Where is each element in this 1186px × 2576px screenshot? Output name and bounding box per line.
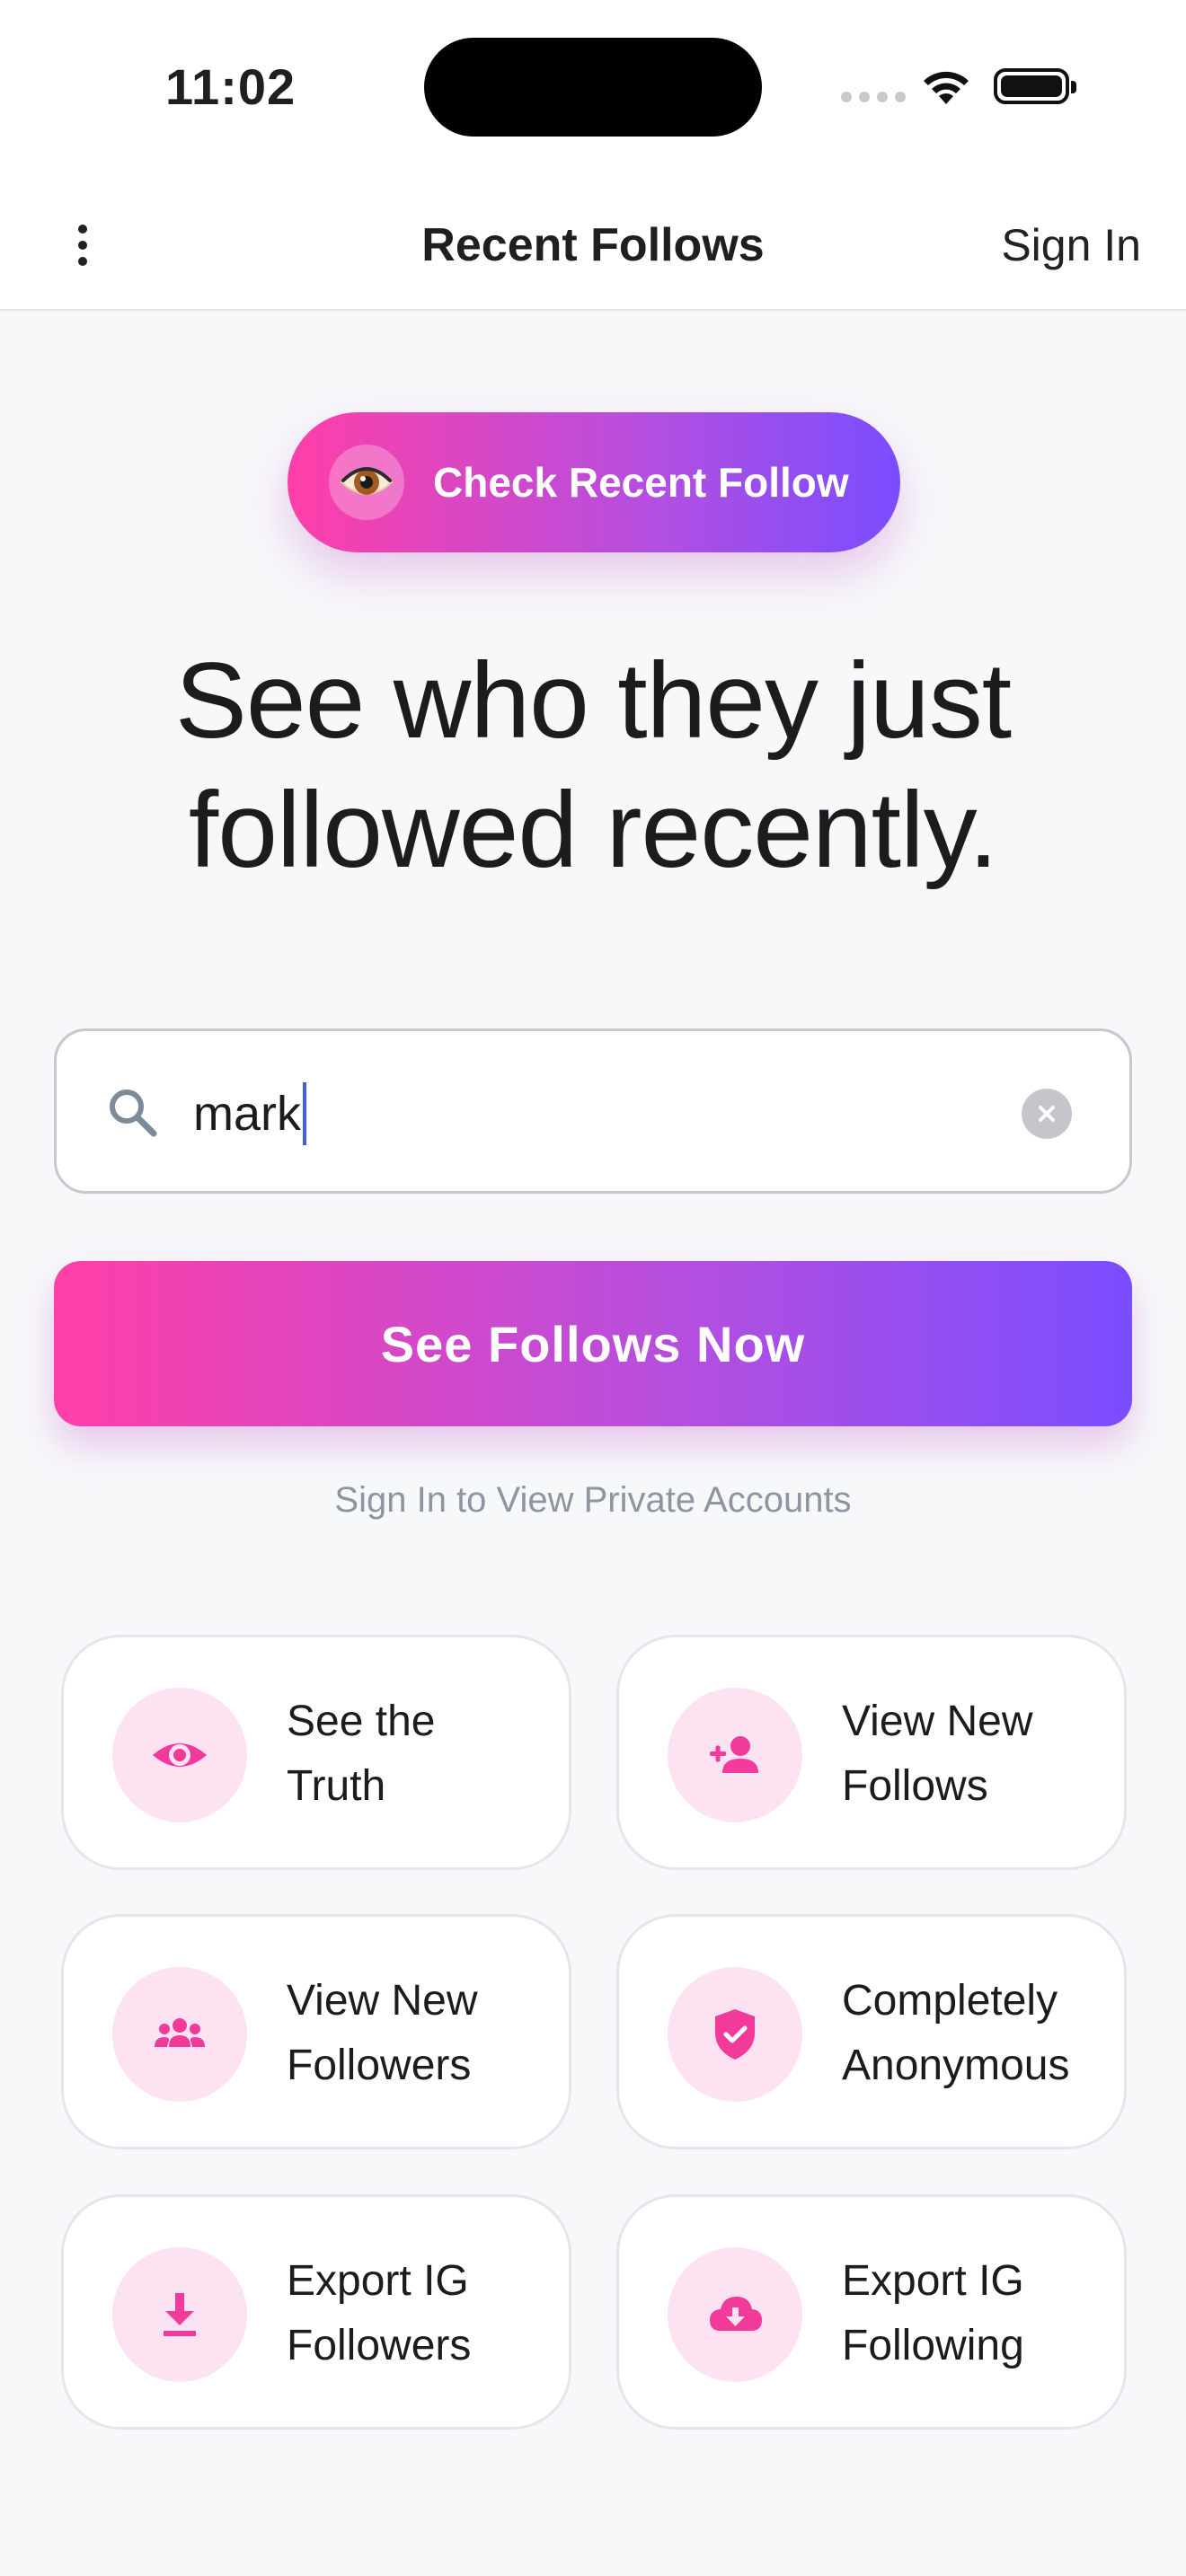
feature-label-line-2: Followers: [287, 2322, 472, 2369]
clear-search-button[interactable]: [1022, 1089, 1072, 1139]
search-input-value: mark: [193, 1087, 301, 1141]
feature-label-line-2: Anonymous: [842, 2042, 1070, 2089]
feature-icon-bg: [668, 2247, 802, 2382]
status-bar: 11:02: [0, 0, 1186, 180]
feature-card-view-new-followers[interactable]: View New Followers: [61, 1914, 571, 2149]
status-time: 11:02: [165, 58, 296, 115]
see-follows-now-button[interactable]: See Follows Now: [54, 1261, 1132, 1426]
group-icon: [155, 2018, 205, 2047]
feature-icon-bg: [112, 1688, 247, 1822]
feature-label-line-1: See the: [287, 1698, 436, 1745]
headline: See who they just followed recently.: [72, 636, 1114, 895]
close-icon: [1039, 1106, 1055, 1122]
feature-card-view-new-follows[interactable]: View New Follows: [616, 1635, 1127, 1870]
pill-button-label: Check Recent Follow: [433, 459, 849, 506]
wifi-icon: [924, 71, 969, 104]
feature-card-export-followers[interactable]: Export IG Followers: [61, 2194, 571, 2430]
feature-label-line-2: Truth: [287, 1762, 386, 1810]
feature-label-line-1: Completely: [842, 1977, 1058, 2025]
shield-check-icon: [715, 2009, 755, 2060]
feature-label: Completely Anonymous: [842, 1969, 1111, 2098]
feature-label: View New Followers: [287, 1969, 556, 2098]
feature-label-line-2: Following: [842, 2322, 1024, 2369]
feature-icon-bg: [112, 1967, 247, 2102]
feature-label: Export IG Followers: [287, 2249, 556, 2378]
cloud-download-icon: [710, 2297, 762, 2331]
sign-in-button[interactable]: Sign In: [1001, 207, 1141, 284]
feature-label-line-2: Follows: [842, 1762, 988, 1810]
feature-label-line-2: Followers: [287, 2042, 472, 2089]
headline-line-1: See who they just: [174, 640, 1012, 761]
feature-label: See the Truth: [287, 1689, 556, 1819]
search-input[interactable]: mark: [193, 1071, 1002, 1157]
dynamic-island: [424, 38, 762, 137]
feature-label-line-1: Export IG: [287, 2257, 469, 2305]
navigation-bar: Recent Follows Sign In: [0, 180, 1186, 311]
battery-icon: [994, 68, 1076, 104]
feature-label-line-1: View New: [842, 1698, 1033, 1745]
feature-label-line-1: View New: [287, 1977, 478, 2025]
feature-card-export-following[interactable]: Export IG Following: [616, 2194, 1127, 2430]
feature-card-see-truth[interactable]: See the Truth: [61, 1635, 571, 1870]
headline-line-2: followed recently.: [188, 770, 998, 890]
text-caret: [303, 1082, 306, 1145]
feature-icon-bg: [668, 1967, 802, 2102]
feature-label: View New Follows: [842, 1689, 1111, 1819]
feature-label: Export IG Following: [842, 2249, 1111, 2378]
search-field[interactable]: mark: [54, 1028, 1132, 1194]
eye-icon: [153, 1743, 207, 1767]
search-icon: [110, 1090, 157, 1137]
feature-label-line-1: Export IG: [842, 2257, 1024, 2305]
feature-icon-bg: [112, 2247, 247, 2382]
eye-emoji-icon: [329, 445, 404, 520]
feature-icon-bg: [668, 1688, 802, 1822]
person-add-icon: [710, 1736, 758, 1773]
download-icon: [164, 2293, 196, 2336]
cellular-signal-icon: [841, 92, 906, 102]
check-recent-follow-button[interactable]: Check Recent Follow: [288, 412, 900, 552]
sign-in-private-link[interactable]: Sign In to View Private Accounts: [0, 1480, 1186, 1521]
feature-card-completely-anonymous[interactable]: Completely Anonymous: [616, 1914, 1127, 2149]
